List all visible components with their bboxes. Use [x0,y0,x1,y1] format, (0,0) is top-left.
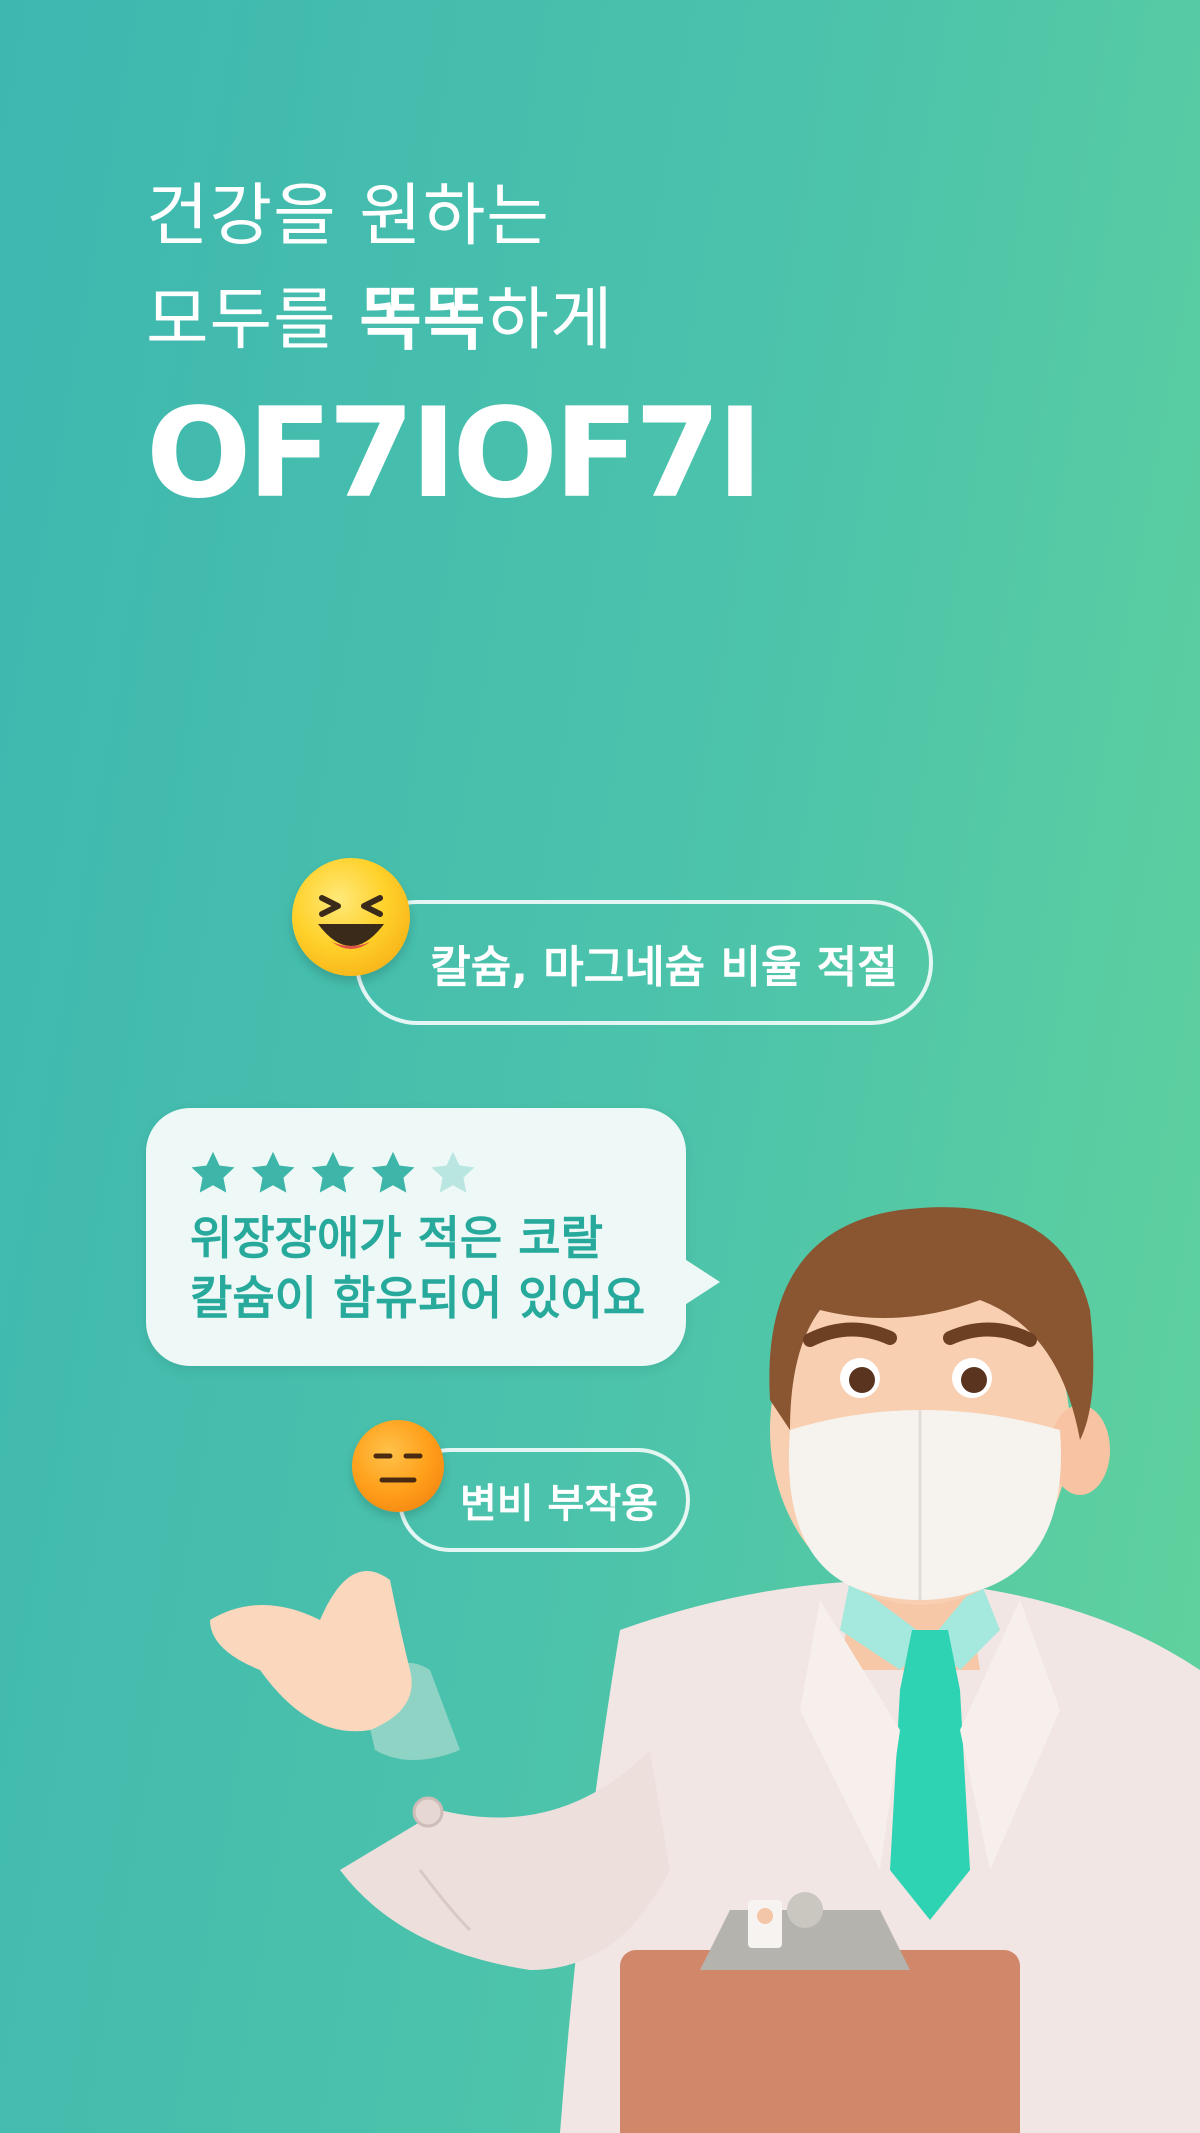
good-review-bubble: 칼슘, 마그네슘 비율 적절 [355,900,933,1025]
good-review-text: 칼슘, 마그네슘 비율 적절 [430,941,898,993]
headline: 건강을 원하는 모두를 똑똑하게 [146,165,614,373]
headline-emphasis: 똑똑 [359,281,487,360]
headline-line-1: 건강을 원하는 [146,177,550,256]
doctor-hand [210,1571,412,1732]
app-logo: OF7IOF7I [146,382,763,526]
mask-icon [788,1410,1061,1600]
doctor-illustration [210,1207,1200,2133]
headline-line-2: 모두를 똑똑하게 [146,269,614,373]
laughing-face-icon [292,858,410,976]
headline-line-2-prefix: 모두를 [146,281,360,360]
clipboard-icon [620,1950,1020,2133]
headline-line-2-suffix: 하게 [486,281,614,360]
